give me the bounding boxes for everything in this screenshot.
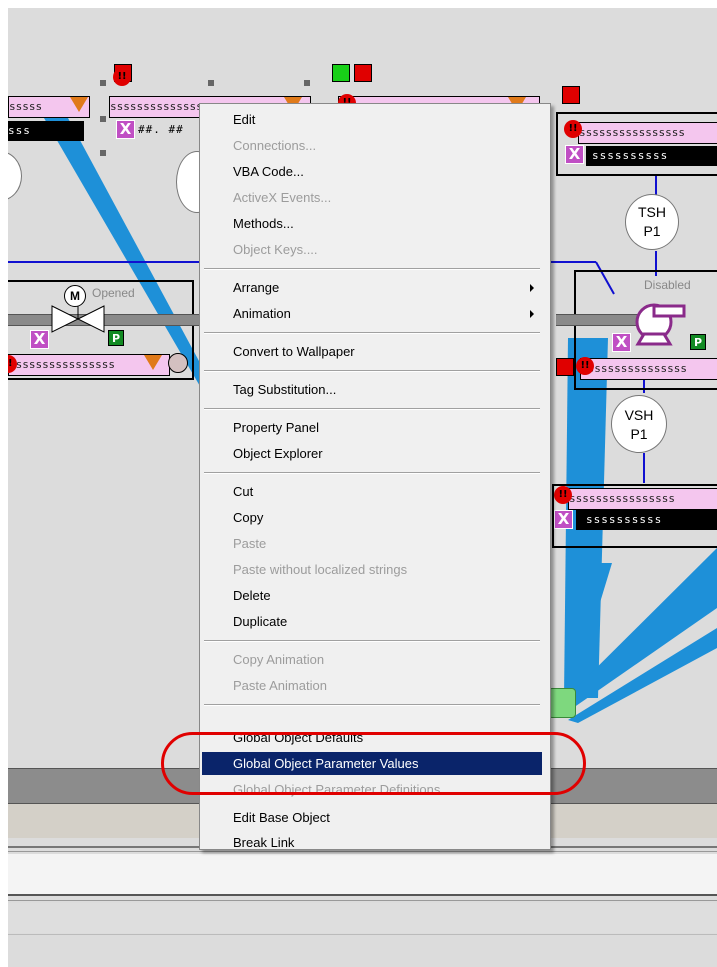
alarm-icon: !! xyxy=(113,68,131,86)
faceplate-value-lower[interactable]: ssssssssss xyxy=(576,510,717,530)
menu-item-activex-events[interactable]: ActiveX Events... xyxy=(202,186,542,209)
menu-item-connections[interactable]: Connections... xyxy=(202,134,542,157)
alarm-icon: !! xyxy=(554,486,572,504)
faceplate-value-selected: ##. ## xyxy=(138,123,184,136)
tsh-label: TSH xyxy=(638,204,666,220)
faceplate-value-right[interactable]: ssssssssss xyxy=(586,146,717,166)
menu-separator xyxy=(204,408,540,410)
tsh-sublabel: P1 xyxy=(643,223,661,239)
alarm-icon: !! xyxy=(576,357,594,375)
faceplate-tag-lower[interactable]: ssssssssssssssss xyxy=(568,488,717,510)
bypass-x-icon[interactable]: X xyxy=(554,510,573,529)
pump-status-text: Disabled xyxy=(644,278,691,292)
alarm-icon: !! xyxy=(564,120,582,138)
menu-separator xyxy=(204,472,540,474)
menu-item-object-explorer[interactable]: Object Explorer xyxy=(202,442,542,465)
menu-item-edit[interactable]: Edit xyxy=(202,108,542,131)
panel-band xyxy=(8,903,717,933)
faceplate-tag-right[interactable]: ssssssssssssssss xyxy=(578,122,717,144)
panel-band xyxy=(8,854,717,896)
menu-item-label: Arrange xyxy=(233,280,280,295)
alarm-indicator-red xyxy=(556,358,574,376)
menu-item-methods[interactable]: Methods... xyxy=(202,212,542,235)
faceplate-value-left[interactable]: sss xyxy=(8,121,84,141)
menu-item-object-keys[interactable]: Object Keys.... xyxy=(202,238,542,261)
faceplate-tag-pump[interactable]: ssssssssssssssss xyxy=(580,358,717,380)
database-icon xyxy=(548,688,576,718)
menu-item-edit-base-object[interactable]: Edit Base Object xyxy=(202,806,542,829)
submenu-arrow-icon xyxy=(530,284,534,292)
menu-item-arrange[interactable]: Arrange xyxy=(202,276,542,299)
menu-item-convert-to-wallpaper[interactable]: Convert to Wallpaper xyxy=(202,340,542,363)
status-octagon-icon xyxy=(168,353,188,373)
selection-handle[interactable] xyxy=(100,150,106,156)
menu-separator xyxy=(204,332,540,334)
menu-item-copy[interactable]: Copy xyxy=(202,506,542,529)
bypass-x-icon[interactable]: X xyxy=(30,330,49,349)
bypass-x-icon[interactable]: X xyxy=(612,333,631,352)
alarm-indicator-red xyxy=(562,86,580,104)
pipe-segment xyxy=(8,314,208,326)
status-indicator-green xyxy=(332,64,350,82)
instrument-bubble-vsh[interactable]: VSH P1 xyxy=(611,395,667,453)
divider-line xyxy=(8,894,717,896)
menu-item-label: Animation xyxy=(233,306,291,321)
menu-item-paste[interactable]: Paste xyxy=(202,532,542,555)
selection-handle[interactable] xyxy=(304,80,310,86)
permissive-p-icon: P xyxy=(108,330,124,346)
pump-icon[interactable] xyxy=(628,298,688,348)
menu-separator xyxy=(204,704,540,706)
selection-handle[interactable] xyxy=(100,80,106,86)
vsh-label: VSH xyxy=(624,407,654,423)
menu-separator xyxy=(204,370,540,372)
annotation-highlight-ring xyxy=(161,732,586,795)
menu-item-cut[interactable]: Cut xyxy=(202,480,542,503)
selection-handle[interactable] xyxy=(100,116,106,122)
valve-icon[interactable] xyxy=(48,304,108,334)
permissive-p-icon: P xyxy=(690,334,706,350)
menu-item-paste-animation[interactable]: Paste Animation xyxy=(202,674,542,697)
motor-icon: M xyxy=(64,285,86,307)
selection-handle[interactable] xyxy=(208,80,214,86)
menu-item-break-link[interactable]: Break Link xyxy=(202,831,542,854)
menu-item-paste-without-localized[interactable]: Paste without localized strings xyxy=(202,558,542,581)
alarm-indicator-red xyxy=(354,64,372,82)
menu-separator xyxy=(204,268,540,270)
menu-item-property-panel[interactable]: Property Panel xyxy=(202,416,542,439)
panel-band xyxy=(8,934,717,967)
bypass-x-icon[interactable]: X xyxy=(116,120,135,139)
vsh-sublabel: P1 xyxy=(630,426,648,442)
menu-item-duplicate[interactable]: Duplicate xyxy=(202,610,542,633)
menu-item-tag-substitution[interactable]: Tag Substitution... xyxy=(202,378,542,401)
menu-item-copy-animation[interactable]: Copy Animation xyxy=(202,648,542,671)
divider-line xyxy=(8,900,717,901)
valve-status-text: Opened xyxy=(92,286,135,300)
submenu-arrow-icon xyxy=(530,310,534,318)
menu-item-vba-code[interactable]: VBA Code... xyxy=(202,160,542,183)
menu-separator xyxy=(204,640,540,642)
bypass-x-icon[interactable]: X xyxy=(565,145,584,164)
menu-item-animation[interactable]: Animation xyxy=(202,302,542,325)
menu-item-delete[interactable]: Delete xyxy=(202,584,542,607)
instrument-bubble-tsh[interactable]: TSH P1 xyxy=(625,194,679,250)
